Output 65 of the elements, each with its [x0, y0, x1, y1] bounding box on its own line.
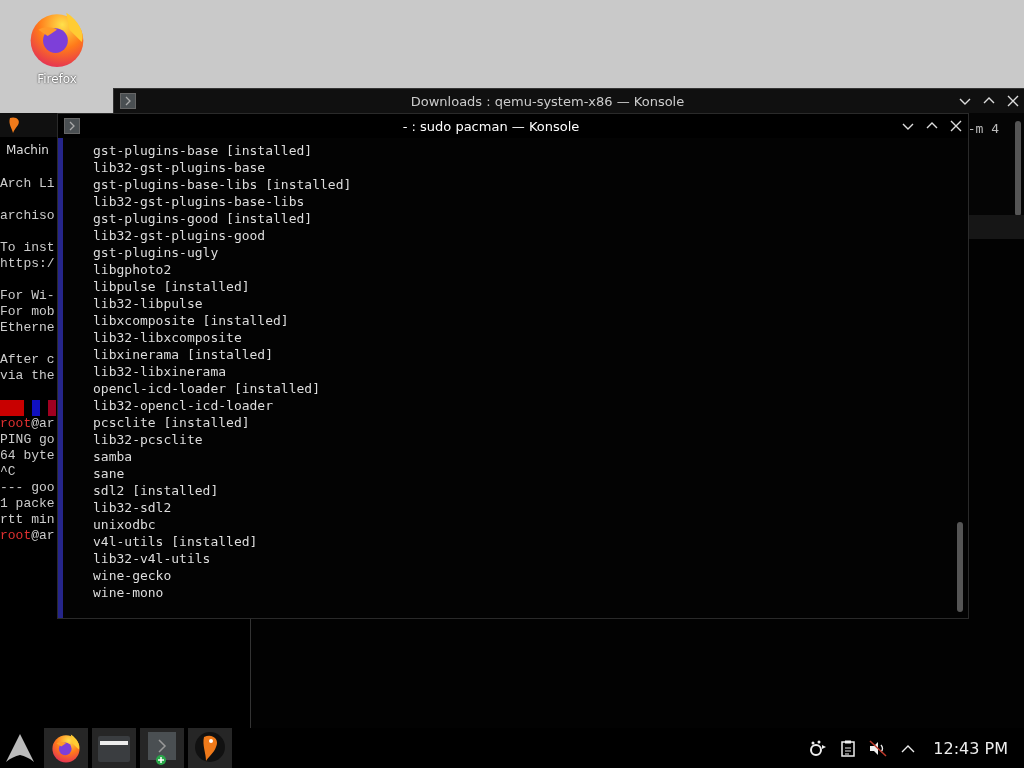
- terminal-line: lib32-pcsclite: [93, 432, 203, 447]
- clock[interactable]: 12:43 PM: [933, 738, 1008, 758]
- terminal-line: For mob: [0, 304, 55, 320]
- terminal-line: archiso: [0, 208, 55, 224]
- terminal-line: pcsclite [installed]: [93, 415, 250, 430]
- color-bar-drawing: [0, 400, 56, 416]
- terminal-line: lib32-opencl-icd-loader: [93, 398, 273, 413]
- terminal-line: samba: [93, 449, 133, 464]
- window-title: Downloads : qemu-system-x86 — Konsole: [409, 93, 686, 109]
- terminal-prompt: root@ar: [0, 416, 55, 432]
- terminal-icon: [120, 93, 136, 109]
- network-icon[interactable]: [809, 740, 828, 756]
- scrollbar-thumb[interactable]: [957, 522, 963, 612]
- terminal-line: opencl-icd-loader [installed]: [93, 381, 320, 396]
- terminal-line: Arch Li: [0, 176, 55, 192]
- arch-logo-icon[interactable]: [5, 733, 35, 763]
- terminal-line: lib32-gst-plugins-base: [93, 160, 266, 175]
- terminal-line: --- goo: [0, 480, 55, 496]
- terminal-line: For Wi-: [0, 288, 55, 304]
- terminal-icon[interactable]: [147, 731, 177, 765]
- terminal-line: sdl2 [installed]: [93, 483, 219, 498]
- terminal-line: unixodbc: [93, 517, 156, 532]
- terminal-line: PING go: [0, 432, 55, 448]
- terminal-line: libxinerama [installed]: [93, 347, 273, 362]
- terminal-line: gst-plugins-good [installed]: [93, 211, 313, 226]
- terminal-line: -m 4: [967, 121, 999, 136]
- menu-item[interactable]: Machin: [6, 143, 49, 157]
- terminal-line: wine-mono: [93, 585, 164, 600]
- close-button[interactable]: [950, 120, 962, 132]
- terminal-line: gst-plugins-base-libs [installed]: [93, 177, 352, 192]
- terminal-line: lib32-sdl2: [93, 500, 172, 515]
- terminal-prompt: root@ar: [0, 528, 55, 544]
- terminal-line: libxcomposite [installed]: [93, 313, 289, 328]
- terminal-line: gst-plugins-ugly: [93, 245, 219, 260]
- terminal-line: lib32-libxinerama: [93, 364, 227, 379]
- terminal-line: lib32-libpulse: [93, 296, 203, 311]
- terminal-line: libpulse [installed]: [93, 279, 250, 294]
- terminal-line: lib32-v4l-utils: [93, 551, 211, 566]
- terminal-line: After c: [0, 352, 55, 368]
- icon-label[interactable]: Firefox: [37, 72, 77, 86]
- terminal-line: 64 byte: [0, 448, 55, 464]
- terminal-line: To inst: [0, 240, 55, 256]
- terminal-line: via the: [0, 368, 55, 384]
- terminal-line: Etherne: [0, 320, 55, 336]
- terminal-line: lib32-gst-plugins-base-libs: [93, 194, 305, 209]
- close-button[interactable]: [1007, 95, 1019, 107]
- terminal-line: lib32-gst-plugins-good: [93, 228, 266, 243]
- terminal-line: gst-plugins-base [installed]: [93, 143, 313, 158]
- muted-speaker-icon[interactable]: [869, 739, 888, 757]
- terminal-line: wine-gecko: [93, 568, 172, 583]
- terminal-line: lib32-libxcomposite: [93, 330, 242, 345]
- scrollbar-thumb[interactable]: [1015, 121, 1021, 216]
- terminal-line: v4l-utils [installed]: [93, 534, 258, 549]
- terminal-line: 1 packe: [0, 496, 55, 512]
- firefox-icon[interactable]: [50, 732, 82, 764]
- terminal-line: libgphoto2: [93, 262, 172, 277]
- terminal-line: https:/: [0, 256, 55, 272]
- folder-icon[interactable]: [97, 733, 131, 763]
- caret-up-icon[interactable]: [901, 743, 916, 753]
- terminal-line: sane: [93, 466, 125, 481]
- terminal-line: rtt min: [0, 512, 55, 528]
- terminal-line: ^C: [0, 464, 16, 480]
- window-title: - : sudo pacman — Konsole: [401, 118, 581, 134]
- clipboard-icon[interactable]: [841, 739, 856, 757]
- terminal-icon: [64, 118, 80, 134]
